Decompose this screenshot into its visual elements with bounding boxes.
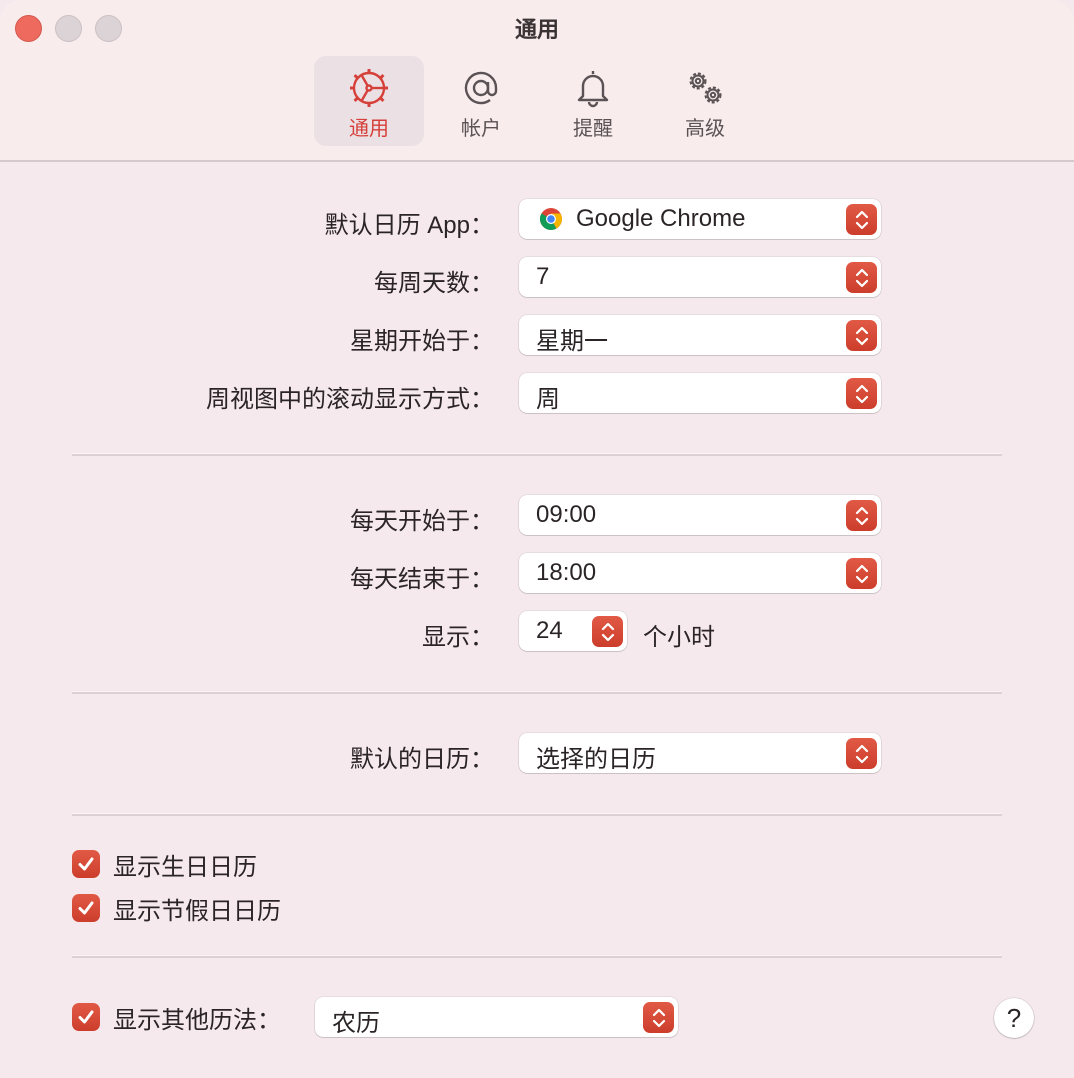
chevron-up-down-icon [601, 622, 614, 641]
alt-calendar-stepper[interactable] [643, 1002, 674, 1033]
default-app-row: 默认日历 App： Google Chrome [0, 199, 1074, 241]
day-end-label: 每天结束于： [350, 566, 494, 593]
show-hours-label: 显示： [422, 624, 494, 651]
tab-advanced-label: 高级 [685, 118, 725, 140]
help-button[interactable]: ? [994, 998, 1034, 1038]
chevron-up-down-icon [855, 564, 868, 583]
hours-unit-label: 个小时 [643, 624, 715, 651]
day-start-label: 每天开始于： [350, 508, 494, 535]
days-per-week-row: 每周天数： 7 [0, 257, 1074, 299]
tab-accounts[interactable]: 帐户 [426, 56, 536, 146]
chevron-up-down-icon [652, 1008, 665, 1027]
tab-advanced[interactable]: 高级 [650, 56, 760, 146]
show-alt-calendar-label: 显示其他历法： [113, 1006, 281, 1034]
default-calendar-select[interactable]: 选择的日历 [519, 733, 881, 773]
show-alt-calendar-row[interactable]: 显示其他历法： [72, 1002, 281, 1034]
tab-accounts-label: 帐户 [461, 118, 501, 140]
checkmark-icon [78, 901, 94, 915]
day-end-stepper[interactable] [846, 558, 877, 589]
day-end-row: 每天结束于： 18:00 [0, 553, 1074, 595]
chevron-up-down-icon [855, 326, 868, 345]
days-per-week-value: 7 [536, 263, 550, 290]
gear-steering-icon [350, 69, 388, 107]
week-starts-row: 星期开始于： 星期一 [0, 315, 1074, 357]
bell-icon [577, 71, 609, 108]
default-app-select[interactable]: Google Chrome [519, 199, 881, 239]
show-birthdays-row[interactable]: 显示生日日历 [72, 849, 257, 881]
week-starts-stepper[interactable] [846, 320, 877, 351]
default-calendar-stepper[interactable] [846, 738, 877, 769]
week-starts-label: 星期开始于： [350, 328, 494, 355]
alt-calendar-select[interactable]: 农历 [315, 997, 678, 1037]
day-start-row: 每天开始于： 09:00 [0, 495, 1074, 537]
day-start-value: 09:00 [536, 501, 597, 528]
show-holidays-row[interactable]: 显示节假日日历 [72, 893, 281, 925]
chevron-up-down-icon [855, 384, 868, 403]
days-per-week-stepper[interactable] [846, 262, 877, 293]
tab-alerts-label: 提醒 [573, 118, 613, 140]
default-calendar-row: 默认的日历： 选择的日历 [0, 733, 1074, 775]
at-sign-icon [464, 71, 498, 105]
show-alt-calendar-checkbox[interactable] [72, 1003, 100, 1031]
chevron-up-down-icon [855, 506, 868, 525]
days-per-week-select[interactable]: 7 [519, 257, 881, 297]
week-starts-select[interactable]: 星期一 [519, 315, 881, 355]
scroll-mode-value: 周 [536, 386, 560, 413]
week-starts-value: 星期一 [536, 328, 608, 355]
chrome-icon [540, 208, 562, 230]
scroll-mode-select[interactable]: 周 [519, 373, 881, 413]
chevron-up-down-icon [855, 210, 868, 229]
alt-calendar-value: 农历 [332, 1010, 380, 1037]
default-calendar-value: 选择的日历 [536, 746, 656, 773]
preferences-tabs: 通用 帐户 提醒 高级 [314, 56, 762, 146]
default-app-value: Google Chrome [576, 205, 746, 232]
show-holidays-checkbox[interactable] [72, 894, 100, 922]
section-divider [72, 453, 1002, 456]
section-divider [72, 813, 1002, 816]
scroll-mode-label: 周视图中的滚动显示方式： [206, 386, 494, 413]
scroll-mode-row: 周视图中的滚动显示方式： 周 [0, 373, 1074, 415]
day-end-select[interactable]: 18:00 [519, 553, 881, 593]
section-divider [72, 955, 1002, 958]
day-start-select[interactable]: 09:00 [519, 495, 881, 535]
window-title: 通用 [514, 17, 559, 42]
tab-alerts[interactable]: 提醒 [538, 56, 648, 146]
show-hours-row: 显示： 24 个小时 [0, 611, 1074, 653]
tab-general-label: 通用 [349, 118, 389, 140]
day-start-stepper[interactable] [846, 500, 877, 531]
day-end-value: 18:00 [536, 559, 597, 586]
show-birthdays-label: 显示生日日历 [113, 853, 257, 881]
default-app-stepper[interactable] [846, 204, 877, 235]
checkmark-icon [78, 857, 94, 871]
chevron-up-down-icon [855, 744, 868, 763]
gears-icon [689, 72, 722, 104]
preferences-window: 通用 通用 帐户 提醒 高级 默认日历 App： Google Chrome 每… [0, 0, 1074, 1078]
show-hours-select[interactable]: 24 [519, 611, 627, 651]
default-app-label: 默认日历 App： [324, 212, 494, 239]
show-hours-value: 24 [536, 617, 563, 644]
tab-general[interactable]: 通用 [314, 56, 424, 146]
titlebar: 通用 通用 帐户 提醒 高级 [0, 0, 1074, 162]
show-holidays-label: 显示节假日日历 [113, 897, 281, 925]
checkmark-icon [78, 1010, 94, 1024]
show-hours-stepper[interactable] [592, 616, 623, 647]
show-birthdays-checkbox[interactable] [72, 850, 100, 878]
days-per-week-label: 每周天数： [374, 270, 494, 297]
section-divider [72, 691, 1002, 694]
scroll-mode-stepper[interactable] [846, 378, 877, 409]
default-calendar-label: 默认的日历： [350, 746, 494, 773]
chevron-up-down-icon [855, 268, 868, 287]
